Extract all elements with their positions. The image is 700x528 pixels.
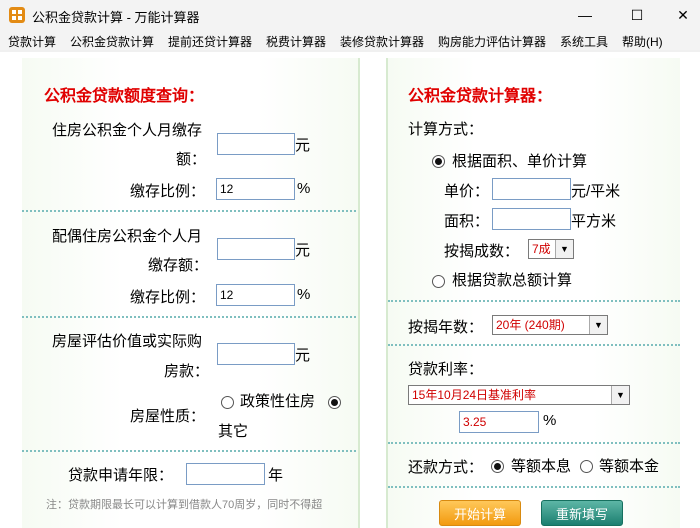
method-area-price-label: 根据面积、单价计算: [452, 153, 588, 170]
panel-divider: [386, 58, 388, 528]
house-type-policy-label: 政策性住房: [240, 393, 316, 410]
spouse-deposit-label-cont: 缴存额：: [148, 257, 209, 274]
chevron-down-icon: ▼: [589, 316, 607, 334]
monthly-deposit-label: 住房公积金个人月缴存: [52, 122, 203, 139]
spouse-ratio-input[interactable]: 12: [216, 284, 295, 306]
house-price-input[interactable]: [217, 343, 295, 365]
title-bar: 公积金贷款计算 - 万能计算器 — ☐ ✕: [0, 0, 700, 30]
repay-equal-principal-radio[interactable]: [580, 460, 593, 473]
calculate-button[interactable]: 开始计算: [439, 500, 521, 526]
method-area-price-radio[interactable]: [432, 155, 445, 168]
mortgage-years-value: 20年 (240期): [496, 318, 565, 332]
fund-quota-heading: 公积金贷款额度查询：: [44, 86, 205, 105]
monthly-deposit-label-cont: 额：: [176, 151, 207, 168]
monthly-deposit-input[interactable]: [217, 133, 295, 155]
loan-years-input[interactable]: [186, 463, 265, 485]
section-divider: [22, 450, 356, 452]
unit-price-label: 单价：: [444, 183, 490, 200]
deposit-ratio-label: 缴存比例：: [130, 183, 206, 200]
mortgage-years-select[interactable]: 20年 (240期) ▼: [492, 315, 608, 335]
house-type-label: 房屋性质：: [130, 408, 206, 425]
reset-button[interactable]: 重新填写: [541, 500, 623, 526]
loan-term-note: 注：贷款期限最长可以计算到借款人70周岁，同时不得超: [46, 499, 323, 511]
monthly-deposit-unit: 元: [295, 137, 311, 154]
repay-equal-principal-label: 等额本金: [599, 458, 660, 475]
chevron-down-icon: ▼: [555, 240, 573, 258]
loan-years-unit: 年: [268, 467, 284, 484]
window-title: 公积金贷款计算 - 万能计算器: [32, 10, 200, 25]
fund-loan-calc-heading: 公积金贷款计算器：: [408, 86, 553, 105]
deposit-ratio-input[interactable]: 12: [216, 178, 295, 200]
spouse-deposit-label: 配偶住房公积金个人月: [52, 228, 203, 245]
mortgage-ratio-select[interactable]: 7成 ▼: [528, 239, 574, 259]
house-type-other-radio[interactable]: [328, 396, 341, 409]
unit-price-unit: 元/平米: [571, 183, 621, 200]
maximize-button[interactable]: ☐: [614, 0, 660, 30]
menu-system-tools[interactable]: 系统工具: [560, 33, 608, 50]
rate-input[interactable]: 3.25: [459, 411, 539, 433]
chevron-down-icon: ▼: [611, 386, 629, 404]
menu-renovation-loan-calc[interactable]: 装修贷款计算器: [340, 33, 424, 50]
mortgage-ratio-value: 7成: [532, 242, 551, 256]
area-input[interactable]: [492, 208, 571, 230]
mortgage-ratio-label: 按揭成数：: [444, 243, 520, 260]
method-total-radio[interactable]: [432, 275, 445, 288]
section-divider: [388, 442, 680, 444]
deposit-ratio-unit: %: [297, 180, 311, 197]
spouse-deposit-input[interactable]: [217, 238, 295, 260]
repay-equal-installment-radio[interactable]: [491, 460, 504, 473]
rate-unit: %: [543, 412, 557, 429]
repay-method-label: 还款方式：: [408, 459, 484, 476]
section-divider: [388, 344, 680, 346]
spouse-deposit-unit: 元: [295, 242, 311, 259]
mortgage-years-label: 按揭年数：: [408, 319, 484, 336]
area-label: 面积：: [444, 213, 490, 230]
menu-loan-calc[interactable]: 贷款计算: [8, 33, 56, 50]
section-divider: [388, 300, 680, 302]
app-icon: [9, 7, 25, 23]
spouse-ratio-unit: %: [297, 286, 311, 303]
menu-help[interactable]: 帮助(H): [622, 33, 663, 50]
rate-select[interactable]: 15年10月24日基准利率 ▼: [408, 385, 630, 405]
menu-prepay-calc[interactable]: 提前还贷计算器: [168, 33, 252, 50]
house-price-unit: 元: [295, 347, 311, 364]
unit-price-input[interactable]: [492, 178, 571, 200]
area-unit: 平方米: [571, 213, 617, 230]
house-price-label-cont: 房款：: [164, 363, 210, 380]
spouse-ratio-label: 缴存比例：: [130, 289, 206, 306]
menu-fund-loan-calc[interactable]: 公积金贷款计算: [70, 33, 154, 50]
minimize-button[interactable]: —: [562, 0, 608, 30]
rate-label: 贷款利率：: [408, 361, 484, 378]
panel-divider: [358, 58, 360, 528]
repay-equal-installment-label: 等额本息: [511, 458, 572, 475]
house-price-label: 房屋评估价值或实际购: [52, 333, 203, 350]
method-total-label: 根据贷款总额计算: [452, 272, 573, 289]
menu-bar: 贷款计算 公积金贷款计算 提前还贷计算器 税费计算器 装修贷款计算器 购房能力评…: [0, 30, 700, 50]
method-label: 计算方式：: [408, 121, 484, 138]
rate-select-value: 15年10月24日基准利率: [412, 388, 537, 402]
section-divider: [22, 316, 356, 318]
house-type-policy-radio[interactable]: [221, 396, 234, 409]
loan-years-label: 贷款申请年限：: [68, 467, 174, 484]
section-divider: [22, 210, 356, 212]
close-button[interactable]: ✕: [660, 0, 700, 30]
section-divider: [388, 486, 680, 488]
house-type-other-label: 其它: [218, 423, 249, 440]
menu-tax-calc[interactable]: 税费计算器: [266, 33, 326, 50]
menu-purchase-ability-calc[interactable]: 购房能力评估计算器: [438, 33, 546, 50]
